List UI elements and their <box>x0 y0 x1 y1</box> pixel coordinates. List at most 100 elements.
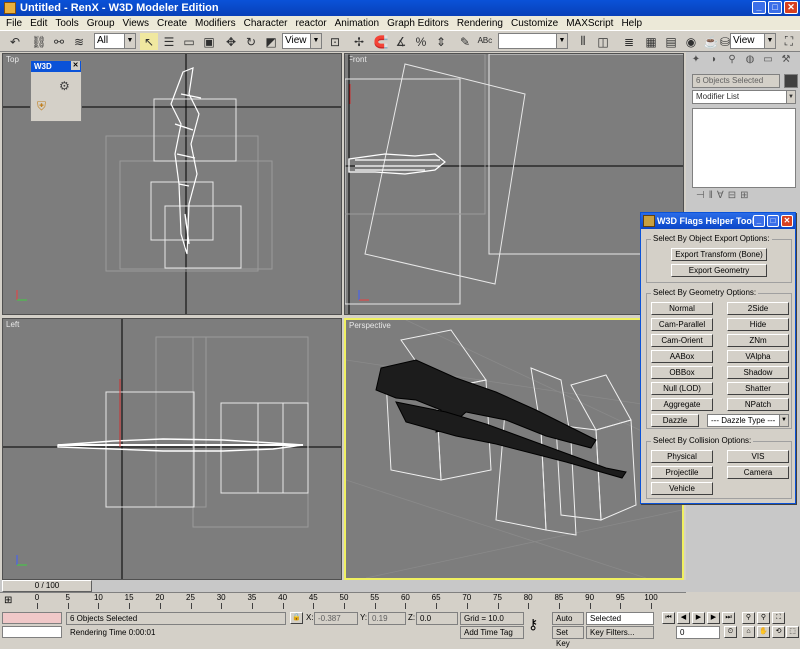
minimize-button[interactable]: _ <box>752 1 766 14</box>
w3d-flags-minimize-button[interactable]: _ <box>753 215 765 227</box>
export-transform-button[interactable]: Export Transform (Bone) <box>671 248 767 261</box>
viewport-perspective[interactable]: Perspective <box>344 318 684 580</box>
lock-selection-icon[interactable]: 🔒 <box>290 612 303 624</box>
track-bar[interactable]: ⊞ 0 5 10 15 20 25 30 35 40 45 50 55 60 65 70 75 80 85 90 95… <box>0 592 686 610</box>
selection-filter-dropdown[interactable]: All ▼ <box>94 33 136 49</box>
undo-icon[interactable]: ↶ <box>6 33 24 50</box>
field-of-view-icon[interactable]: ⌂ <box>742 626 755 638</box>
time-slider[interactable]: 0 / 100 <box>0 580 686 592</box>
create-tab-icon[interactable]: ✦ <box>688 54 704 69</box>
menu-help[interactable]: Help <box>617 18 646 29</box>
mirror-icon[interactable]: ⫴ <box>574 33 592 50</box>
make-unique-icon[interactable]: ∀ <box>717 190 724 206</box>
menu-tools[interactable]: Tools <box>51 18 82 29</box>
set-key-button[interactable]: Set Key <box>552 626 584 648</box>
geo-cam-parallel-button[interactable]: Cam-Parallel <box>651 318 713 331</box>
current-frame-field[interactable]: 0 <box>676 626 720 639</box>
rectangular-selection-icon[interactable]: ▭ <box>180 33 198 50</box>
window-crossing-icon[interactable]: ▣ <box>200 33 218 50</box>
auto-key-button[interactable]: Auto Key <box>552 612 584 634</box>
track-bar-toggle-icon[interactable]: ⊞ <box>4 595 12 606</box>
pivot-center-icon[interactable]: ⊡ <box>326 33 344 50</box>
col-projectile-button[interactable]: Projectile <box>651 466 713 479</box>
move-icon[interactable]: ✥ <box>222 33 240 50</box>
named-selection-dropdown[interactable]: ▼ <box>498 33 568 49</box>
geo-shadow-button[interactable]: Shadow <box>727 366 789 379</box>
snap-toggle-icon[interactable]: 🧲 <box>372 33 390 50</box>
menu-modifiers[interactable]: Modifiers <box>191 18 240 29</box>
viewport-front[interactable]: Front <box>344 53 684 315</box>
col-camera-button[interactable]: Camera <box>727 466 789 479</box>
hierarchy-tab-icon[interactable]: ⚲ <box>724 54 740 69</box>
object-color-swatch[interactable] <box>784 74 798 88</box>
geo-aggregate-button[interactable]: Aggregate <box>651 398 713 411</box>
maximize-viewport-icon[interactable]: ⬚ <box>786 626 799 638</box>
geo-shatter-button[interactable]: Shatter <box>727 382 789 395</box>
geo-null-lod-button[interactable]: Null (LOD) <box>651 382 713 395</box>
angle-snap-icon[interactable]: ∡ <box>392 33 410 50</box>
spinner-snap-icon[interactable]: ⇕ <box>432 33 450 50</box>
select-by-name-icon[interactable]: ☰ <box>160 33 178 50</box>
z-coordinate-field[interactable]: 0.0 <box>416 612 458 625</box>
percent-snap-icon[interactable]: % <box>412 33 430 50</box>
menu-animation[interactable]: Animation <box>331 18 383 29</box>
dazzle-type-dropdown[interactable]: --- Dazzle Type --- ▼ <box>707 414 789 427</box>
viewport-left[interactable]: Left <box>2 318 342 580</box>
menu-maxscript[interactable]: MAXScript <box>562 18 617 29</box>
geo-valpha-button[interactable]: VAlpha <box>727 350 789 363</box>
maxscript-output-field[interactable] <box>2 626 62 638</box>
zoom-icon[interactable]: ⚲ <box>742 612 755 624</box>
geo-normal-button[interactable]: Normal <box>651 302 713 315</box>
w3d-export-icon[interactable]: ⚙ <box>59 79 70 93</box>
time-configuration-icon[interactable]: ⏲ <box>724 626 737 638</box>
add-time-tag-button[interactable]: Add Time Tag <box>460 626 524 639</box>
material-editor-icon[interactable]: ◉ <box>682 33 700 50</box>
zoom-all-icon[interactable]: ⚲ <box>757 612 770 624</box>
maximize-button[interactable]: □ <box>768 1 782 14</box>
maxscript-listener-field[interactable] <box>2 612 62 624</box>
menu-reactor[interactable]: reactor <box>292 18 331 29</box>
geo-aabox-button[interactable]: AABox <box>651 350 713 363</box>
rotate-icon[interactable]: ↻ <box>242 33 260 50</box>
unlink-icon[interactable]: ⚯ <box>50 33 68 50</box>
key-set-dropdown[interactable]: Selected <box>586 612 654 625</box>
w3d-flags-close-button[interactable]: ✕ <box>781 215 793 227</box>
select-object-icon[interactable]: ↖ <box>140 33 158 50</box>
menu-character[interactable]: Character <box>240 18 292 29</box>
align-icon[interactable]: ◫ <box>594 33 612 50</box>
display-tab-icon[interactable]: ▭ <box>760 54 776 69</box>
menu-customize[interactable]: Customize <box>507 18 562 29</box>
col-vis-button[interactable]: VIS <box>727 450 789 463</box>
geo-npatch-button[interactable]: NPatch <box>727 398 789 411</box>
menu-edit[interactable]: Edit <box>26 18 51 29</box>
col-vehicle-button[interactable]: Vehicle <box>651 482 713 495</box>
x-coordinate-field[interactable]: -0.387 <box>314 612 358 625</box>
pin-stack-icon[interactable]: ⊣ <box>696 190 705 206</box>
schematic-view-icon[interactable]: ▤ <box>662 33 680 50</box>
menu-create[interactable]: Create <box>153 18 191 29</box>
show-end-result-icon[interactable]: ‖ <box>709 190 713 206</box>
select-link-icon[interactable]: ⛓ <box>30 33 48 50</box>
key-mode-icon[interactable]: ⚷ <box>528 616 538 633</box>
w3d-shield-icon[interactable]: ⛨ <box>37 99 46 114</box>
zoom-extents-icon[interactable]: ⛶ <box>772 612 785 624</box>
w3d-flags-maximize-button[interactable]: □ <box>767 215 779 227</box>
configure-sets-icon[interactable]: ⊞ <box>740 190 748 206</box>
time-slider-thumb[interactable]: 0 / 100 <box>2 580 92 592</box>
layer-manager-icon[interactable]: ≣ <box>620 33 638 50</box>
menu-group[interactable]: Group <box>83 18 119 29</box>
motion-tab-icon[interactable]: ◍ <box>742 54 758 69</box>
menu-rendering[interactable]: Rendering <box>453 18 507 29</box>
geo-2side-button[interactable]: 2Side <box>727 302 789 315</box>
arc-rotate-icon[interactable]: ⟲ <box>772 626 785 638</box>
play-icon[interactable]: ▶ <box>692 612 705 624</box>
key-filters-button[interactable]: Key Filters... <box>586 626 654 639</box>
pan-icon[interactable]: ✋ <box>757 626 770 638</box>
col-physical-button[interactable]: Physical <box>651 450 713 463</box>
menu-graph-editors[interactable]: Graph Editors <box>383 18 453 29</box>
reference-coordinate-dropdown[interactable]: View ▼ <box>282 33 322 49</box>
named-selection-icon[interactable]: ✎ <box>456 33 474 50</box>
w3d-mini-close-icon[interactable]: ✕ <box>71 61 80 70</box>
modifier-list-dropdown[interactable]: Modifier List ▼ <box>692 90 796 104</box>
remove-modifier-icon[interactable]: ⊟ <box>728 190 736 206</box>
